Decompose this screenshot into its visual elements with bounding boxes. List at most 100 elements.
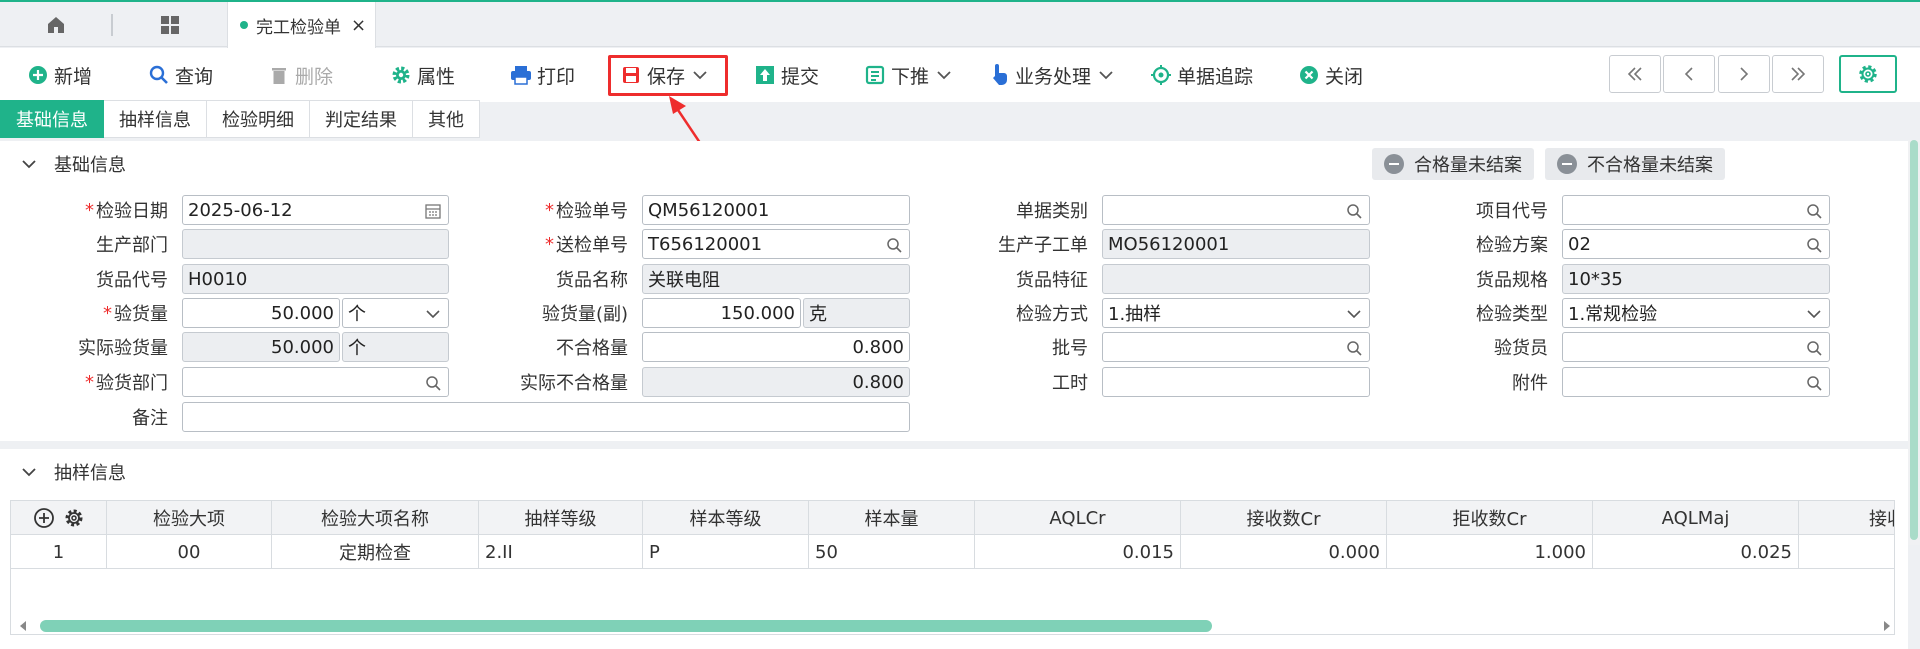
item-code-field[interactable] (1562, 195, 1830, 225)
search-icon[interactable] (1805, 202, 1823, 220)
qty-sub-label: 验货量(副) (541, 304, 628, 325)
cell-level[interactable]: 2.II (479, 535, 643, 569)
search-icon[interactable] (1805, 236, 1823, 254)
cell-sample-level[interactable]: P (643, 535, 809, 569)
tab-close-icon[interactable]: × (351, 15, 366, 36)
search-icon[interactable] (424, 374, 442, 392)
cell-item[interactable]: 00 (107, 535, 272, 569)
inspect-dept-field[interactable] (182, 367, 449, 397)
table-row[interactable]: 1 00 定期检查 2.II P 50 0.015 0.000 1.000 0.… (11, 535, 1894, 569)
col-header[interactable]: AQLMaj (1593, 501, 1799, 535)
chevron-down-icon[interactable] (937, 68, 951, 82)
cell-rej-cr[interactable]: 1.000 (1387, 535, 1593, 569)
scroll-left-icon[interactable] (18, 620, 28, 632)
qualified-not-closed-button[interactable]: 合格量未结案 (1372, 148, 1534, 180)
qty-unit-select[interactable]: 个 (342, 298, 449, 328)
subtab-result[interactable]: 判定结果 (310, 100, 413, 138)
prev-record-button[interactable] (1663, 55, 1715, 93)
vertical-scrollbar[interactable] (1908, 140, 1920, 545)
chevron-down-icon[interactable] (1805, 305, 1823, 323)
attachment-field[interactable] (1562, 367, 1830, 397)
qty-sub-field[interactable]: 150.000 (642, 298, 801, 328)
gear-icon[interactable] (63, 507, 85, 529)
calendar-icon[interactable] (424, 202, 442, 220)
minus-circle-icon (1384, 154, 1404, 174)
scrollbar-thumb[interactable] (1910, 140, 1918, 540)
delete-button[interactable]: 删除 (268, 60, 333, 90)
horizontal-scrollbar[interactable] (18, 617, 1896, 633)
inspect-no-label: * 检验单号 (545, 199, 628, 223)
chevron-down-icon[interactable] (1099, 68, 1113, 82)
chevron-down-icon[interactable] (424, 305, 442, 323)
inspect-dept-label: * 验货部门 (85, 371, 168, 395)
col-header[interactable]: 检验大项名称 (272, 501, 479, 535)
apps-grid-icon[interactable] (152, 12, 188, 38)
subtab-detail[interactable]: 检验明细 (207, 100, 310, 138)
subtab-basic[interactable]: 基础信息 (0, 100, 104, 138)
sampling-header[interactable]: 抽样信息 (0, 450, 1908, 494)
submit-button[interactable]: 提交 (754, 60, 819, 90)
scrollbar-thumb[interactable] (40, 620, 1212, 632)
col-header[interactable]: 拒收数Cr (1387, 501, 1593, 535)
search-icon (148, 64, 170, 86)
cell-next[interactable] (1799, 535, 1894, 569)
first-record-button[interactable] (1609, 55, 1661, 93)
unqualified-not-closed-label: 不合格量未结案 (1587, 155, 1713, 176)
next-record-button[interactable] (1718, 55, 1770, 93)
inspect-no-field[interactable]: QM56120001 (642, 195, 910, 225)
unqualified-field[interactable]: 0.800 (642, 332, 910, 362)
search-icon[interactable] (885, 236, 903, 254)
query-button[interactable]: 查询 (148, 60, 213, 90)
search-icon[interactable] (1805, 339, 1823, 357)
plan-field[interactable]: 02 (1562, 229, 1830, 259)
last-record-button[interactable] (1772, 55, 1824, 93)
batch-field[interactable] (1102, 332, 1370, 362)
search-icon[interactable] (1345, 339, 1363, 357)
close-button[interactable]: 关闭 (1298, 60, 1363, 90)
inspector-field[interactable] (1562, 332, 1830, 362)
add-button[interactable]: 新增 (27, 60, 92, 90)
submit-no-field[interactable]: T656120001 (642, 229, 910, 259)
settings-button[interactable] (1839, 55, 1897, 93)
push-down-button[interactable]: 下推 (864, 60, 951, 90)
print-button[interactable]: 打印 (510, 60, 575, 90)
subtab-sampling[interactable]: 抽样信息 (104, 100, 207, 138)
add-row-icon[interactable] (33, 507, 55, 529)
trace-button[interactable]: 单据追踪 (1150, 60, 1253, 90)
col-header[interactable]: 接收 (1799, 501, 1894, 535)
remark-field[interactable] (182, 402, 910, 432)
actual-unqualified-label: 实际不合格量 (520, 373, 628, 394)
col-header[interactable]: 接收数Cr (1181, 501, 1387, 535)
scroll-right-icon[interactable] (1882, 620, 1892, 632)
doc-type-field[interactable] (1102, 195, 1370, 225)
tab-inspection-doc[interactable]: 完工检验单 × (227, 2, 376, 48)
subtab-other[interactable]: 其他 (413, 100, 480, 138)
home-icon[interactable] (38, 12, 74, 38)
hours-field[interactable] (1102, 367, 1370, 397)
col-header[interactable]: 样本量 (809, 501, 975, 535)
cell-name[interactable]: 定期检查 (272, 535, 479, 569)
cell-size[interactable]: 50 (809, 535, 975, 569)
col-header[interactable]: 检验大项 (107, 501, 272, 535)
col-header[interactable]: 样本等级 (643, 501, 809, 535)
chevron-down-icon (22, 159, 36, 169)
col-header[interactable]: 抽样等级 (479, 501, 643, 535)
business-button[interactable]: 业务处理 (988, 60, 1113, 90)
batch-label: 批号 (1052, 338, 1088, 359)
search-icon[interactable] (1805, 374, 1823, 392)
col-header[interactable]: AQLCr (975, 501, 1181, 535)
inspect-type-select[interactable]: 1.常规检验 (1562, 298, 1830, 328)
cell-acc-cr[interactable]: 0.000 (1181, 535, 1387, 569)
unqualified-not-closed-button[interactable]: 不合格量未结案 (1545, 148, 1725, 180)
active-dot-icon (240, 21, 248, 29)
chevron-down-icon[interactable] (1345, 305, 1363, 323)
cell-aqlcr[interactable]: 0.015 (975, 535, 1181, 569)
qty-field[interactable]: 50.000 (182, 298, 340, 328)
goods-spec-field: 10*35 (1562, 264, 1830, 294)
cell-aqlmaj[interactable]: 0.025 (1593, 535, 1799, 569)
method-select[interactable]: 1.抽样 (1102, 298, 1370, 328)
properties-button[interactable]: 属性 (390, 60, 455, 90)
inspect-date-field[interactable]: 2025-06-12 (182, 195, 449, 225)
search-icon[interactable] (1345, 202, 1363, 220)
section-title: 基础信息 (54, 155, 126, 176)
